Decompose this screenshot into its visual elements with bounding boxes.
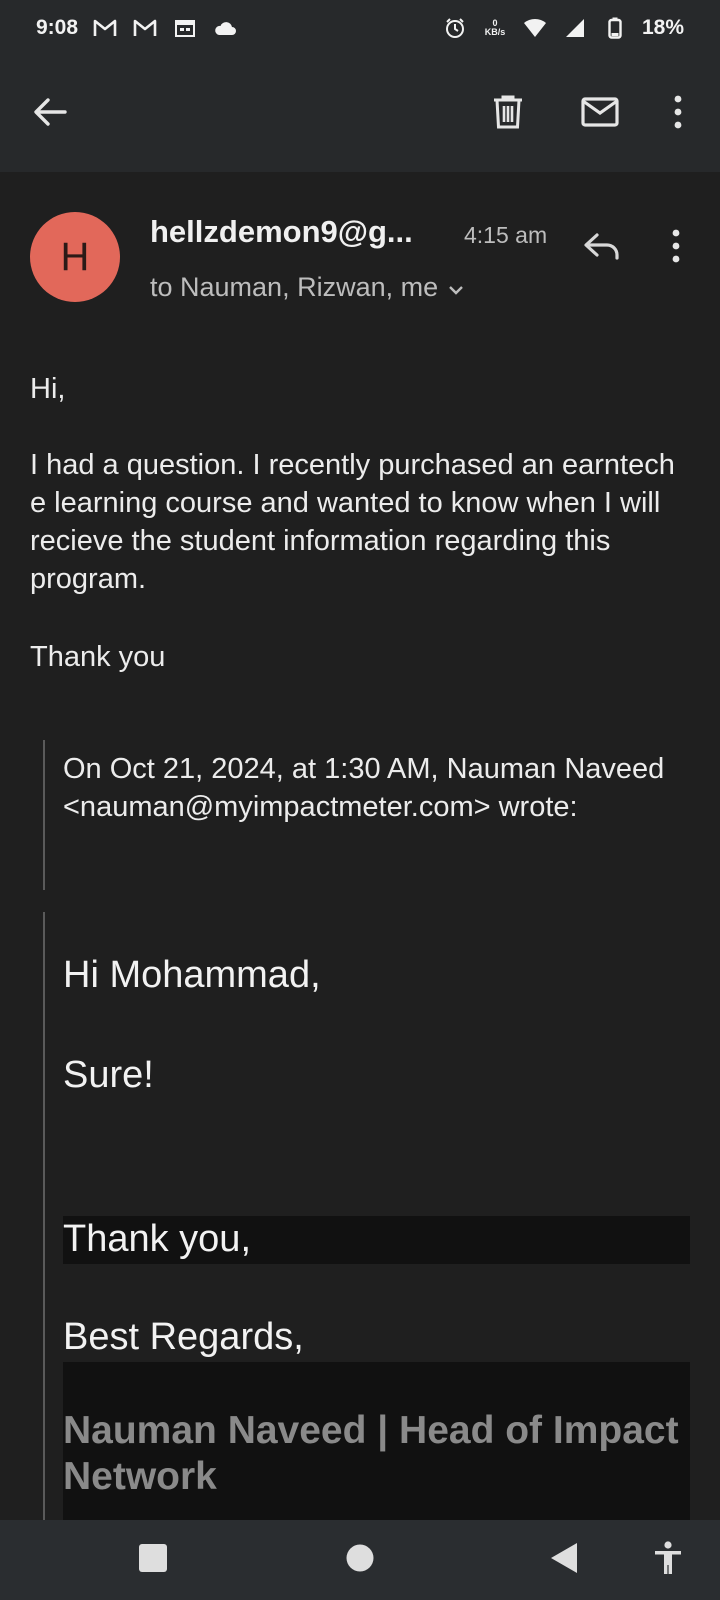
calendar-icon [172, 16, 198, 40]
back-button[interactable] [20, 84, 80, 144]
more-vert-icon [673, 95, 683, 134]
trash-icon [493, 95, 523, 134]
mail-icon [581, 96, 619, 132]
home-button[interactable] [332, 1532, 388, 1588]
body-closing: Thank you [30, 641, 166, 673]
delete-button[interactable] [478, 84, 538, 144]
quoted-thanks: Thank you, [63, 1218, 251, 1260]
quote-attribution: On Oct 21, 2024, at 1:30 AM, Nauman Nave… [63, 753, 665, 823]
avatar-letter: H [60, 234, 90, 279]
reply-button[interactable] [574, 220, 630, 276]
body-paragraph: I had a question. I recently purchased a… [30, 449, 675, 595]
recents-button[interactable] [125, 1532, 181, 1588]
alarm-icon [442, 16, 468, 40]
status-bar-right: 0 KB/s 18% [442, 16, 684, 40]
gmail-icon [132, 16, 158, 40]
home-circle-icon [345, 1543, 375, 1578]
mark-unread-button[interactable] [570, 84, 630, 144]
app-bar [0, 56, 720, 172]
data-speed-icon: 0 KB/s [482, 19, 508, 37]
recipients-text: to Nauman, Rizwan, me [150, 272, 439, 302]
quoted-line: Sure! [63, 1054, 154, 1096]
status-bar: 9:08 0 KB/s 18% [0, 0, 720, 56]
accessibility-button[interactable] [640, 1532, 696, 1588]
back-arrow-icon [33, 97, 67, 132]
email-content: H hellzdemon9@g... 4:15 am to Nauman, Ri… [0, 172, 720, 1520]
gmail-icon [92, 16, 118, 40]
quoted-regards: Best Regards, [63, 1316, 304, 1358]
navigation-bar [0, 1520, 720, 1600]
quoted-thanks-block: Thank you, [63, 1216, 690, 1264]
status-bar-left: 9:08 [36, 16, 238, 40]
more-options-button[interactable] [648, 84, 708, 144]
accessibility-icon [653, 1540, 683, 1580]
message-more-button[interactable] [652, 220, 700, 276]
more-vert-icon [671, 229, 681, 268]
nav-back-button[interactable] [536, 1532, 592, 1588]
email-time: 4:15 am [464, 222, 548, 248]
data-speed-unit: KB/s [484, 27, 506, 37]
battery-icon [602, 16, 628, 40]
body-greeting: Hi, [30, 373, 66, 405]
quote-divider [43, 912, 45, 1520]
chevron-down-icon [448, 272, 464, 303]
recipients-toggle[interactable]: to Nauman, Rizwan, me [150, 272, 464, 303]
battery-percent: 18% [641, 16, 684, 39]
reply-icon [583, 232, 621, 265]
clock: 9:08 [36, 16, 79, 39]
quoted-greeting: Hi Mohammad, [63, 954, 321, 996]
back-triangle-icon [549, 1542, 579, 1579]
sender-avatar[interactable]: H [30, 212, 120, 302]
recents-square-icon [138, 1543, 168, 1578]
signal-icon [562, 16, 588, 40]
sender-name[interactable]: hellzdemon9@g... [150, 214, 413, 250]
cloud-icon [212, 16, 238, 40]
quote-divider [43, 740, 45, 890]
signature-text: Nauman Naveed | Head of Impact Network [63, 1409, 679, 1498]
wifi-icon [522, 16, 548, 40]
